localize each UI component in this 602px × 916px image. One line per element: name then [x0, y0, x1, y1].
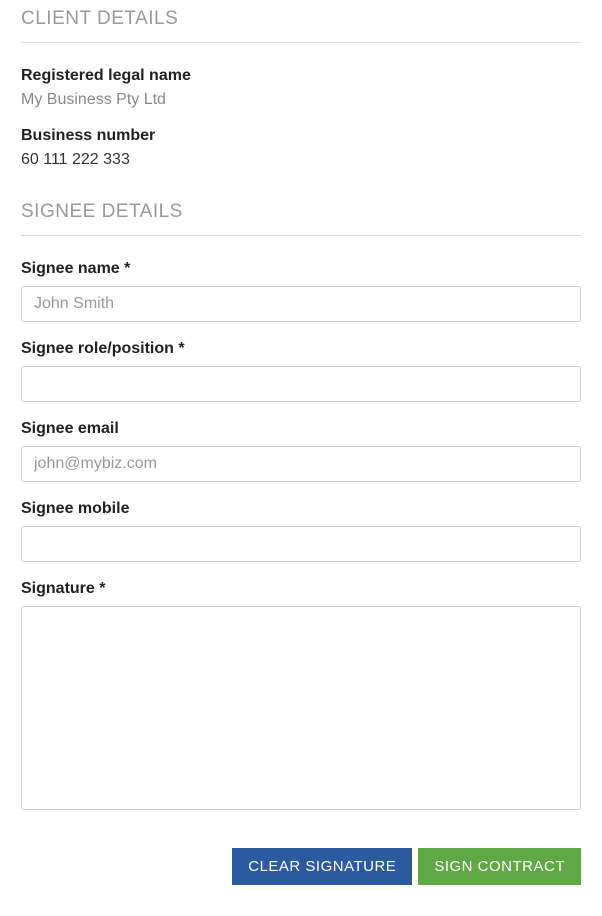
signee-email-group: Signee email: [21, 420, 581, 482]
signee-name-group: Signee name *: [21, 260, 581, 322]
signee-mobile-label: Signee mobile: [21, 500, 581, 518]
sign-contract-button[interactable]: SIGN CONTRACT: [418, 848, 581, 885]
legal-name-value: My Business Pty Ltd: [21, 91, 581, 109]
business-number-label: Business number: [21, 127, 581, 145]
button-row: CLEAR SIGNATURE SIGN CONTRACT: [21, 848, 581, 885]
signee-mobile-input[interactable]: [21, 526, 581, 562]
business-number-value: 60 111 222 333: [21, 151, 581, 169]
signee-role-input[interactable]: [21, 366, 581, 402]
legal-name-group: Registered legal name My Business Pty Lt…: [21, 67, 581, 109]
signature-pad[interactable]: [21, 606, 581, 810]
legal-name-label: Registered legal name: [21, 67, 581, 85]
signee-email-label: Signee email: [21, 420, 581, 438]
client-details-header: CLIENT DETAILS: [21, 8, 581, 43]
signee-details-header: SIGNEE DETAILS: [21, 201, 581, 236]
signee-email-input[interactable]: [21, 446, 581, 482]
signature-label: Signature *: [21, 580, 581, 598]
signee-name-input[interactable]: [21, 286, 581, 322]
signee-role-label: Signee role/position *: [21, 340, 581, 358]
business-number-group: Business number 60 111 222 333: [21, 127, 581, 169]
clear-signature-button[interactable]: CLEAR SIGNATURE: [232, 848, 412, 885]
signature-group: Signature *: [21, 580, 581, 810]
signee-role-group: Signee role/position *: [21, 340, 581, 402]
signee-mobile-group: Signee mobile: [21, 500, 581, 562]
signee-name-label: Signee name *: [21, 260, 581, 278]
